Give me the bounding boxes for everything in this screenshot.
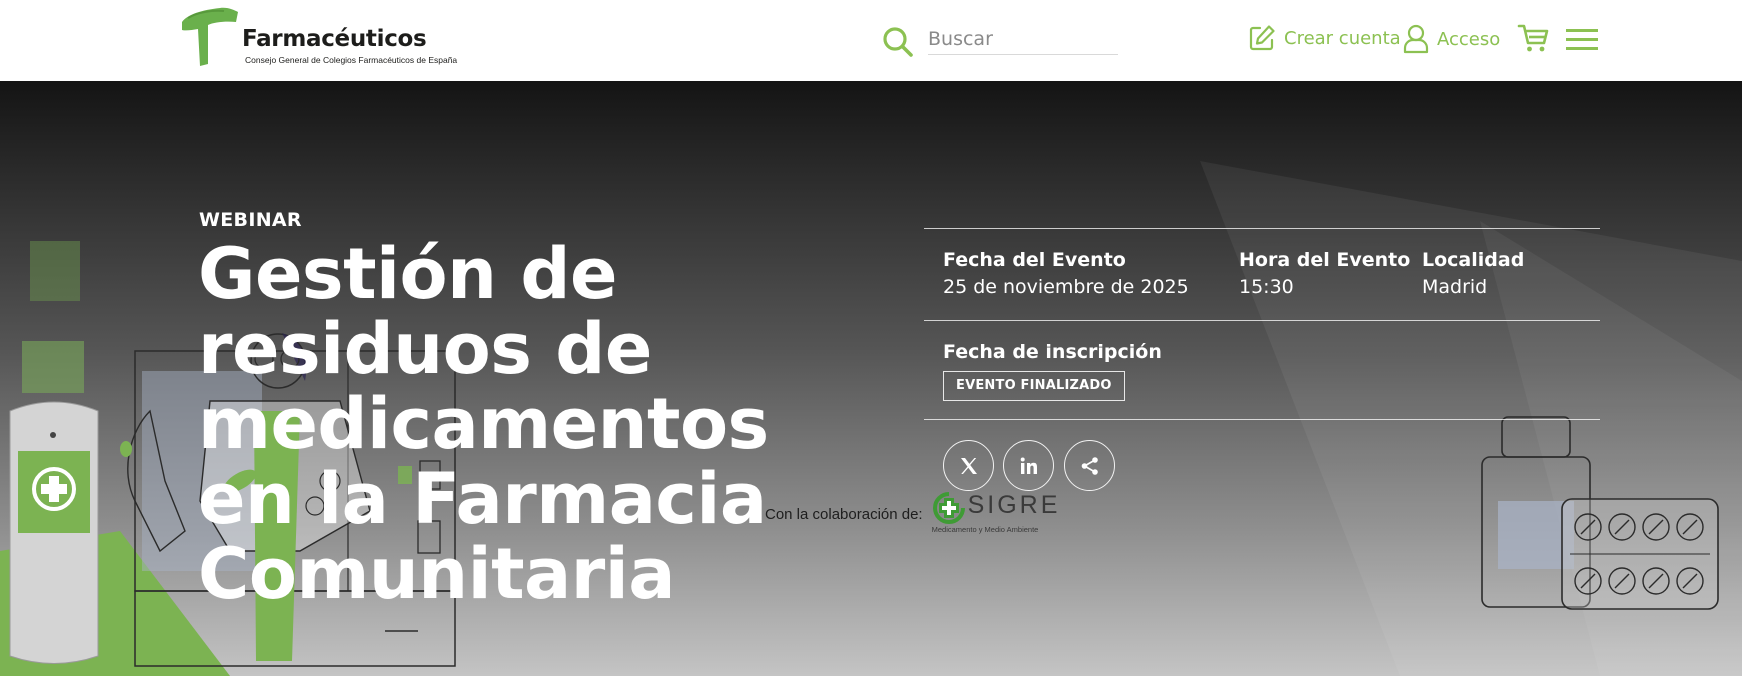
logo-title: Farmacéuticos	[242, 26, 427, 52]
fecha-label: Fecha del Evento	[943, 249, 1126, 271]
user-icon	[1403, 24, 1429, 54]
partner-name: SIGRE	[967, 491, 1061, 519]
hora-value: 15:30	[1239, 276, 1294, 298]
search-icon[interactable]	[882, 26, 914, 58]
divider	[924, 320, 1600, 321]
event-hero: WEBINAR Gestión de residuos de medicamen…	[0, 81, 1742, 676]
crear-cuenta-label: Crear cuenta	[1284, 27, 1401, 49]
search-input[interactable]	[928, 24, 1118, 55]
localidad-label: Localidad	[1422, 249, 1525, 271]
divider	[924, 419, 1600, 420]
status-badge: EVENTO FINALIZADO	[943, 371, 1125, 401]
partner-tagline: Medicamento y Medio Ambiente	[931, 525, 1039, 534]
search-bar	[882, 24, 1118, 58]
logo-cross-icon	[182, 7, 238, 67]
share-generic-button[interactable]	[1064, 440, 1115, 491]
share-linkedin-button[interactable]	[1003, 440, 1054, 491]
x-twitter-icon	[960, 457, 977, 474]
crear-cuenta-link[interactable]: Crear cuenta	[1248, 24, 1401, 52]
collaboration-block: Con la colaboración de: SIGRE Medicament…	[765, 491, 1066, 537]
acceso-label: Acceso	[1437, 28, 1501, 50]
acceso-link[interactable]: Acceso	[1403, 24, 1500, 54]
inscripcion-label: Fecha de inscripción	[943, 341, 1162, 363]
cart-icon[interactable]	[1517, 22, 1549, 54]
divider	[924, 228, 1600, 229]
linkedin-icon	[1020, 457, 1037, 474]
sigre-cross-icon	[932, 492, 965, 524]
logo-subtitle: Consejo General de Colegios Farmacéutico…	[245, 55, 458, 65]
edit-icon	[1249, 25, 1275, 51]
site-header: Farmacéuticos Consejo General de Colegio…	[0, 0, 1742, 81]
collaboration-label: Con la colaboración de:	[765, 505, 923, 523]
localidad-value: Madrid	[1422, 276, 1488, 298]
share-x-button[interactable]	[943, 440, 994, 491]
hamburger-menu-icon[interactable]	[1566, 28, 1598, 52]
site-logo[interactable]: Farmacéuticos Consejo General de Colegio…	[178, 4, 457, 68]
event-title: Gestión de residuos de medicamentos en l…	[198, 233, 769, 615]
hora-label: Hora del Evento	[1239, 249, 1411, 271]
sigre-logo[interactable]: SIGRE Medicamento y Medio Ambiente	[931, 491, 1066, 537]
event-type-label: WEBINAR	[199, 209, 302, 231]
share-icon	[1081, 456, 1098, 475]
fecha-value: 25 de noviembre de 2025	[943, 276, 1189, 298]
